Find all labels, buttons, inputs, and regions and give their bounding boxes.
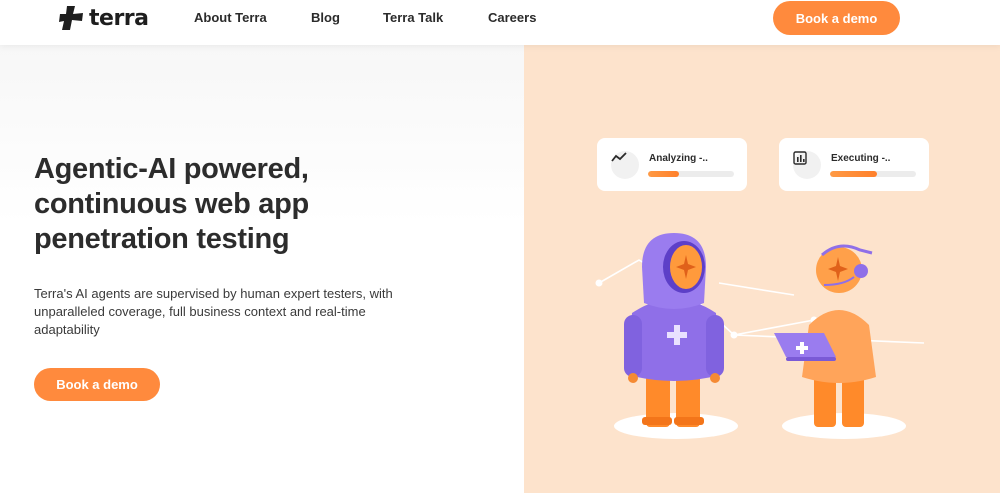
terra-logo-icon — [59, 6, 83, 30]
status-label: Analyzing -.. — [649, 153, 708, 164]
nav-terra-talk[interactable]: Terra Talk — [383, 10, 443, 25]
agents-illustration — [595, 233, 925, 439]
hero-description: Terra's AI agents are supervised by huma… — [34, 286, 393, 337]
bar-chart-icon — [793, 151, 821, 179]
status-label: Executing -.. — [831, 153, 891, 164]
logo[interactable]: terra — [58, 5, 149, 31]
hero-title: Agentic-AI powered, continuous web app p… — [34, 153, 309, 255]
nav-blog[interactable]: Blog — [311, 10, 340, 25]
status-card-analyzing: Analyzing -.. — [597, 138, 747, 191]
status-card-executing: Executing -.. — [779, 138, 929, 191]
hero-illustration: Analyzing -.. Executing -.. — [524, 45, 1000, 493]
progress-fill — [830, 171, 878, 177]
hero-book-demo-button[interactable]: Book a demo — [34, 368, 160, 401]
progress-bar — [830, 171, 916, 177]
headset-agent-figure — [774, 244, 876, 427]
header-book-demo-button[interactable]: Book a demo — [773, 1, 900, 35]
trend-line-icon — [611, 151, 639, 179]
logo-text: terra — [89, 5, 149, 31]
progress-bar — [648, 171, 734, 177]
site-header: terra About Terra Blog Terra Talk Career… — [0, 0, 1000, 45]
hooded-agent-figure — [624, 233, 724, 427]
progress-fill — [648, 171, 679, 177]
hero-text-section — [0, 45, 524, 493]
nav-careers[interactable]: Careers — [488, 10, 536, 25]
nav-about-terra[interactable]: About Terra — [194, 10, 267, 25]
